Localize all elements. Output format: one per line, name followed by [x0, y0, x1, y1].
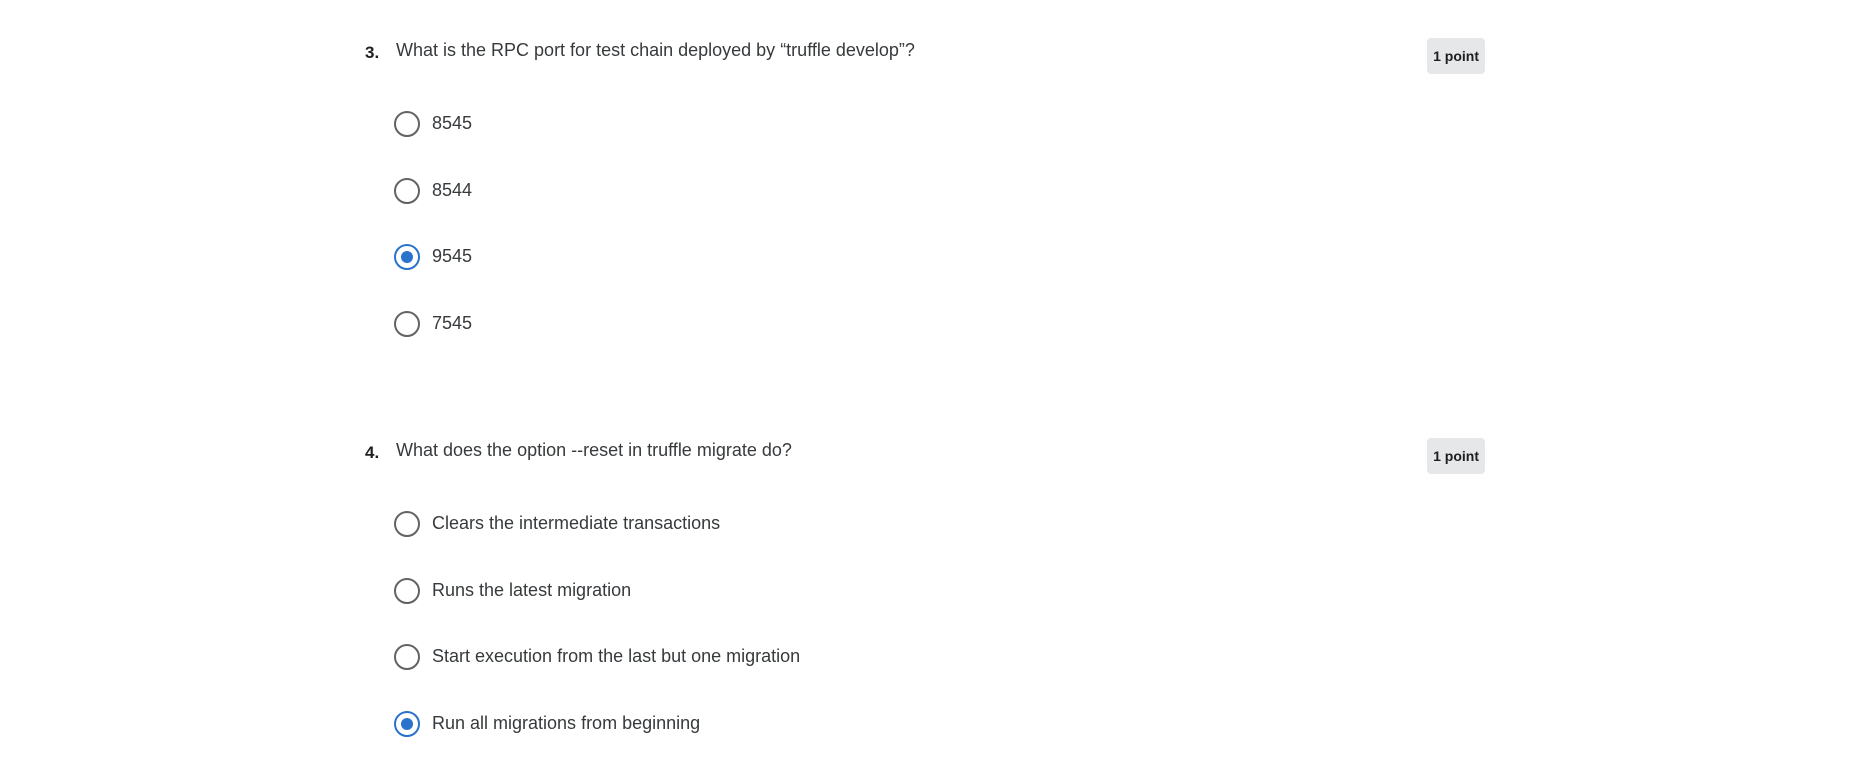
answer-option[interactable]: 7545 — [394, 311, 472, 378]
answer-option[interactable]: 8544 — [394, 177, 472, 245]
radio-button[interactable] — [394, 311, 420, 338]
option-label[interactable]: Clears the intermediate transactions — [432, 511, 720, 535]
option-label[interactable]: 8545 — [432, 111, 472, 135]
answer-options: 8545 8544 9545 7545 — [394, 111, 472, 378]
option-label[interactable]: 9545 — [432, 244, 472, 268]
radio-button[interactable] — [394, 177, 420, 204]
question-4: 4. What does the option --reset in truff… — [365, 438, 1485, 738]
radio-button[interactable] — [394, 577, 420, 604]
radio-button[interactable] — [394, 111, 420, 137]
question-text: What does the option --reset in truffle … — [396, 440, 792, 460]
points-badge: 1 point — [1427, 438, 1485, 474]
option-label[interactable]: Start execution from the last but one mi… — [432, 644, 800, 668]
question-text: What is the RPC port for test chain depl… — [396, 40, 915, 60]
answer-option[interactable]: Clears the intermediate transactions — [394, 511, 800, 578]
question-header: 3. What is the RPC port for test chain d… — [365, 38, 1485, 74]
radio-button-selected[interactable] — [394, 244, 420, 271]
question-header: 4. What does the option --reset in truff… — [365, 438, 1485, 474]
option-label[interactable]: 7545 — [432, 311, 472, 335]
option-label[interactable]: 8544 — [432, 178, 472, 202]
radio-button[interactable] — [394, 644, 420, 671]
option-label[interactable]: Run all migrations from beginning — [432, 711, 700, 735]
question-number: 4. — [365, 443, 380, 462]
radio-button[interactable] — [394, 511, 420, 537]
radio-button-selected[interactable] — [394, 711, 420, 738]
answer-options: Clears the intermediate transactions Run… — [394, 511, 800, 778]
answer-option[interactable]: Runs the latest migration — [394, 577, 800, 645]
points-badge: 1 point — [1427, 38, 1485, 74]
answer-option-selected[interactable]: 9545 — [394, 244, 472, 311]
option-label[interactable]: Runs the latest migration — [432, 578, 631, 602]
answer-option-selected[interactable]: Run all migrations from beginning — [394, 711, 800, 778]
question-number: 3. — [365, 43, 380, 62]
question-3: 3. What is the RPC port for test chain d… — [365, 38, 1485, 338]
answer-option[interactable]: Start execution from the last but one mi… — [394, 644, 800, 711]
answer-option[interactable]: 8545 — [394, 111, 472, 178]
